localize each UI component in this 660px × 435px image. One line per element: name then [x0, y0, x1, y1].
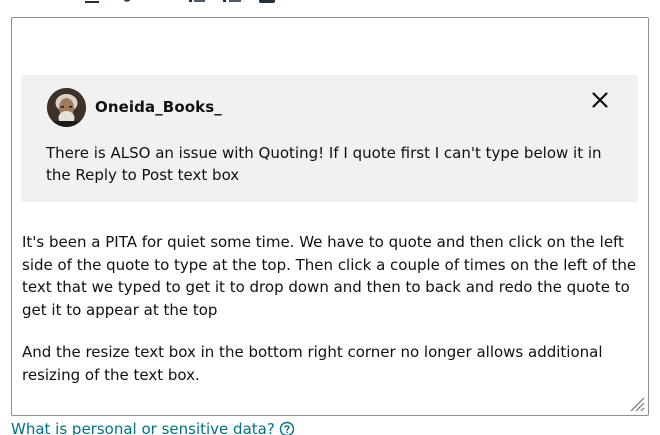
underline-icon[interactable] [84, 0, 100, 4]
avatar-image [47, 88, 86, 127]
sensitive-data-link-label[interactable]: What is personal or sensitive data? [11, 420, 275, 435]
link-icon[interactable] [121, 0, 133, 4]
editor-toolbar [0, 0, 660, 6]
reply-text[interactable]: It's been a PITA for quiet some time. We… [22, 231, 642, 386]
quote-author: Oneida_Books_ [95, 98, 222, 116]
numbered-list-icon[interactable] [222, 0, 242, 4]
reply-paragraph[interactable]: It's been a PITA for quiet some time. We… [22, 231, 642, 321]
help-icon[interactable] [279, 421, 295, 435]
close-icon[interactable] [591, 91, 609, 109]
reply-paragraph[interactable]: And the resize text box in the bottom ri… [22, 341, 642, 386]
image-icon[interactable] [258, 0, 276, 4]
bulleted-list-icon[interactable] [188, 0, 206, 4]
resize-handle-icon[interactable] [628, 395, 646, 413]
quoted-post: Oneida_Books_ There is ALSO an issue wit… [21, 75, 638, 202]
reply-editor[interactable]: Oneida_Books_ There is ALSO an issue wit… [11, 17, 649, 416]
sensitive-data-link[interactable]: What is personal or sensitive data? [11, 420, 295, 435]
avatar [47, 88, 86, 127]
quote-text: There is ALSO an issue with Quoting! If … [46, 144, 602, 184]
